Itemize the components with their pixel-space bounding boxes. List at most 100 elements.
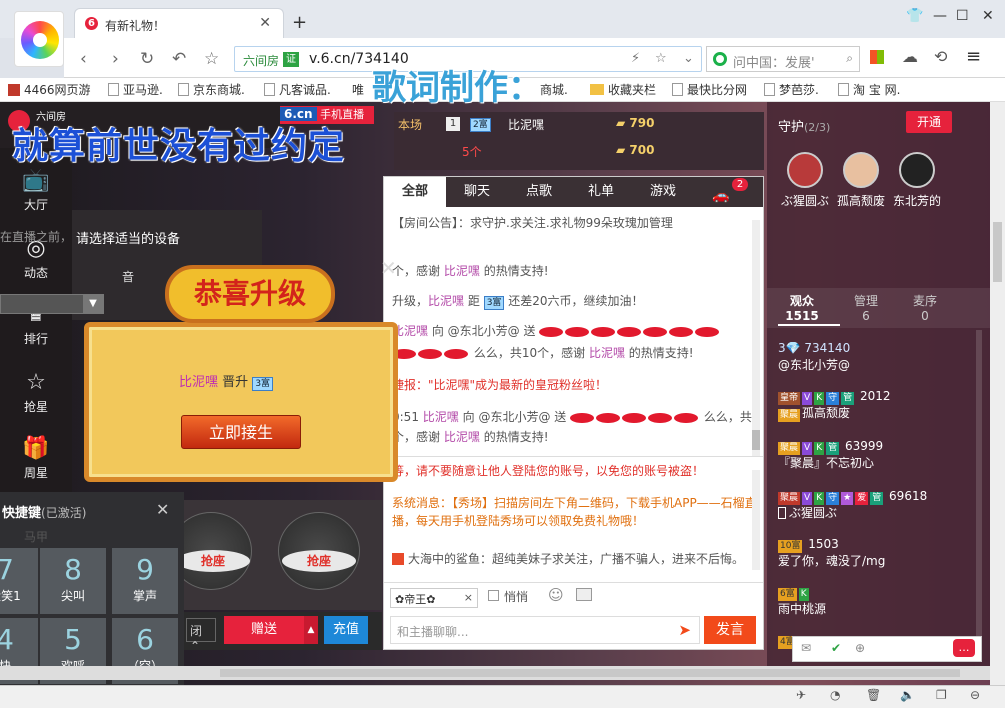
bookmark-item[interactable]: 唯 bbox=[352, 81, 364, 98]
cloud-icon[interactable]: ☁ bbox=[902, 47, 918, 66]
open-guard-button[interactable]: 开通 bbox=[906, 111, 952, 133]
check-icon[interactable]: ✔ bbox=[831, 641, 841, 655]
guard-member[interactable]: 东北芳的 bbox=[892, 152, 942, 209]
quick-key[interactable]: 8 尖叫 bbox=[40, 548, 106, 614]
apps-icon[interactable] bbox=[870, 50, 884, 64]
pin-icon[interactable]: ✈ bbox=[796, 688, 806, 702]
history-icon[interactable]: ⟲ bbox=[934, 47, 947, 66]
trash-icon[interactable]: 🗑 bbox=[866, 688, 881, 702]
bookmark-item[interactable]: 京东商城. bbox=[178, 81, 245, 98]
shirt-icon[interactable]: 👕 bbox=[906, 8, 923, 24]
bookmark-item[interactable]: 淘 宝 网. bbox=[838, 81, 900, 98]
bookmark-folder[interactable]: 收藏夹栏 bbox=[590, 81, 656, 98]
sidebar-item-weekly[interactable]: 🎁 周星 bbox=[0, 436, 72, 481]
menu-icon[interactable]: ≡ bbox=[966, 46, 981, 67]
bookmark-item[interactable]: 凡客诚品. bbox=[264, 81, 331, 98]
new-tab-button[interactable]: + bbox=[292, 12, 307, 33]
bookmark-item[interactable]: 商城. bbox=[540, 81, 568, 98]
chat-scrollbar[interactable] bbox=[752, 220, 760, 456]
tab-song[interactable]: 点歌 bbox=[508, 177, 570, 207]
grab-seat-button[interactable]: 抢座 bbox=[176, 550, 250, 572]
close-icon[interactable]: ✕ bbox=[380, 256, 397, 280]
floating-toolbar: ✉ ✔ ⊕ … bbox=[792, 636, 982, 662]
guard-member[interactable]: 孤高颓废 bbox=[836, 152, 886, 209]
notice-scrollbar[interactable] bbox=[752, 470, 760, 570]
volume-icon[interactable]: 🔈 bbox=[900, 688, 915, 702]
chat-user-link[interactable]: 比泥嘿 bbox=[428, 294, 464, 308]
bookmark-star-icon[interactable]: ☆ bbox=[655, 51, 667, 66]
forward-icon[interactable]: › bbox=[112, 49, 119, 69]
guard-member[interactable]: ぶ猩圆ぶ bbox=[780, 152, 830, 209]
tab-gifts[interactable]: 礼单 bbox=[570, 177, 632, 207]
chat-user-link[interactable]: 比泥嘿 bbox=[589, 346, 625, 360]
zoom-out-icon[interactable]: ⊖ bbox=[970, 688, 980, 702]
tab-all[interactable]: 全部 bbox=[384, 177, 446, 207]
tab-games[interactable]: 游戏 bbox=[632, 177, 694, 207]
close-icon[interactable]: ✕ bbox=[156, 500, 169, 519]
back-icon[interactable]: ‹ bbox=[80, 49, 87, 69]
chat-user-link[interactable]: 比泥嘿 bbox=[444, 430, 480, 444]
minimize-icon[interactable]: — bbox=[933, 8, 947, 24]
close-icon[interactable]: × bbox=[464, 591, 473, 604]
tab-audience[interactable]: 观众 1515 bbox=[767, 294, 837, 324]
scroll-thumb[interactable] bbox=[752, 430, 760, 450]
bookmark-item[interactable]: 4466网页游 bbox=[8, 81, 91, 98]
bookmark-item[interactable]: 最快比分网 bbox=[672, 81, 747, 98]
emperor-select[interactable]: ✿帝王✿ × bbox=[390, 588, 478, 608]
audience-row[interactable]: 3💎 734140 @东北小芳@ bbox=[778, 340, 978, 374]
gift-selector[interactable]: 闭 ⌃ bbox=[186, 618, 216, 653]
search-icon[interactable]: ⌕ bbox=[846, 51, 853, 66]
recharge-button[interactable]: 充值 bbox=[324, 616, 368, 644]
grab-seat-button[interactable]: 抢座 bbox=[282, 550, 356, 572]
close-window-icon[interactable]: ✕ bbox=[982, 8, 994, 24]
window-icon[interactable]: ❐ bbox=[936, 688, 947, 702]
chat-user-link[interactable]: 比泥嘿 bbox=[423, 410, 459, 424]
audience-row[interactable]: 聚晨 V K 守 ★ 爱管 69618 ぶ猩圆ぶ bbox=[778, 488, 978, 522]
quick-key[interactable]: 9 掌声 bbox=[112, 548, 178, 614]
whisper-checkbox[interactable] bbox=[488, 590, 499, 601]
audience-row[interactable]: 皇帝 V K 守管 2012 聚晨 孤高颓废 bbox=[778, 388, 978, 422]
page-scrollbar-horizontal[interactable] bbox=[0, 666, 990, 680]
give-button[interactable]: 赠送 bbox=[224, 616, 304, 644]
zoom-icon[interactable]: ⊕ bbox=[855, 641, 865, 655]
search-input[interactable]: 问中国：发展' bbox=[733, 52, 815, 71]
device-select[interactable]: ▼ bbox=[0, 294, 104, 314]
lightning-icon[interactable]: ⚡ bbox=[631, 51, 640, 66]
give-dropdown-icon[interactable]: ▲ bbox=[304, 616, 318, 644]
sidebar-item-star[interactable]: ☆ 抢星 bbox=[0, 370, 72, 415]
send-button[interactable]: 发言 bbox=[704, 616, 756, 644]
audience-row[interactable]: 聚晨 V K 管 63999 『聚晨』不忘初心 bbox=[778, 438, 978, 472]
tab-close-icon[interactable]: ✕ bbox=[259, 15, 271, 31]
browser-icon[interactable]: ◔ bbox=[830, 688, 840, 702]
undo-icon[interactable]: ↶ bbox=[172, 49, 186, 69]
scroll-thumb[interactable] bbox=[220, 669, 960, 677]
audience-row[interactable]: 10富 1503 爱了你，魂没了/mg bbox=[778, 536, 978, 570]
car-icon[interactable]: 🚗 bbox=[712, 188, 729, 204]
chat-user-link[interactable]: 比泥嘿 bbox=[444, 264, 480, 278]
sidebar-item-lobby[interactable]: 📺 大厅 bbox=[0, 168, 72, 213]
bookmark-item[interactable]: 梦芭莎. bbox=[764, 81, 819, 98]
emoji-icon[interactable]: ☺ bbox=[548, 586, 564, 604]
chat-input[interactable]: 和主播聊聊... ➤ bbox=[390, 616, 700, 644]
page-scrollbar-vertical[interactable] bbox=[990, 102, 1005, 685]
maximize-icon[interactable]: ☐ bbox=[956, 8, 969, 24]
rank-user[interactable]: 比泥嘿 bbox=[508, 116, 544, 133]
tab-mic-queue[interactable]: 麦序 0 bbox=[890, 294, 960, 324]
favorite-star-icon[interactable]: ☆ bbox=[204, 49, 219, 69]
refresh-icon[interactable]: ↻ bbox=[140, 49, 154, 69]
browser-logo-icon[interactable] bbox=[14, 11, 64, 67]
send-arrow-icon[interactable]: ➤ bbox=[678, 621, 691, 639]
audience-scrollbar[interactable] bbox=[976, 330, 982, 660]
audience-row[interactable]: 6富 K 雨中桃源 bbox=[778, 584, 978, 618]
scroll-thumb[interactable] bbox=[993, 222, 1002, 282]
mail-icon[interactable]: ✉ bbox=[801, 641, 811, 655]
dropdown-icon[interactable]: ⌄ bbox=[683, 51, 694, 66]
search-box[interactable]: 问中国：发展' ⌕ bbox=[706, 46, 860, 72]
bookmark-item[interactable]: 亚马逊. bbox=[108, 81, 163, 98]
image-icon[interactable] bbox=[576, 588, 592, 601]
popup-accept-button[interactable]: 立即接生 bbox=[181, 415, 301, 449]
quick-key[interactable]: 7大笑1 bbox=[0, 548, 38, 614]
tab-chat[interactable]: 聊天 bbox=[446, 177, 508, 207]
chat-bubble-icon[interactable]: … bbox=[953, 639, 975, 657]
browser-tab[interactable]: 6 有新礼物！ ✕ bbox=[74, 8, 284, 38]
